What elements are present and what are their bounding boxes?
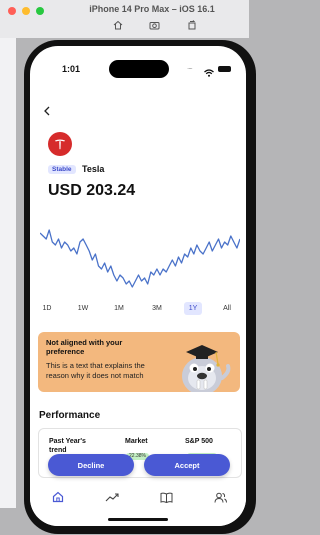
stock-name: Tesla: [82, 164, 105, 174]
dynamic-island: [109, 60, 169, 78]
wifi-icon: [204, 64, 214, 82]
walrus-graduate-icon: [168, 338, 236, 392]
tab-community[interactable]: [208, 490, 232, 504]
status-bar: 1:01 ....: [30, 46, 246, 82]
tab-trends[interactable]: [100, 490, 124, 504]
range-1d[interactable]: 1D: [38, 302, 56, 315]
close-window-button[interactable]: [8, 7, 16, 15]
book-icon: [160, 492, 172, 503]
simulator-toolbar: iPhone 14 Pro Max – iOS 16.1: [0, 0, 249, 38]
status-time: 1:01: [62, 64, 81, 74]
rotate-icon[interactable]: [187, 20, 197, 30]
tab-home[interactable]: [46, 490, 70, 504]
performance-title: Performance: [39, 410, 101, 421]
header-sp500: S&P 500: [185, 438, 213, 445]
tab-learn[interactable]: [154, 490, 178, 504]
tesla-logo-icon: [48, 132, 72, 156]
signal-icon: ....: [187, 62, 193, 71]
price-series-line: [40, 229, 240, 288]
simulator-title: iPhone 14 Pro Max – iOS 16.1: [89, 4, 215, 14]
app-screen: 1:01 .... Stable Tesla USD 203.24 1D 1W 1M…: [30, 46, 246, 526]
screenshot-icon[interactable]: [149, 20, 160, 30]
range-all[interactable]: All: [218, 302, 236, 315]
simulator-tools: [100, 20, 210, 30]
accept-button[interactable]: Accept: [144, 454, 230, 476]
price-chart[interactable]: [40, 226, 240, 291]
home-icon: [52, 491, 64, 503]
battery-icon: [218, 66, 231, 72]
minimize-window-button[interactable]: [22, 7, 30, 15]
home-icon[interactable]: [113, 20, 123, 30]
range-1y[interactable]: 1Y: [184, 302, 202, 315]
trend-icon: [105, 493, 119, 502]
decline-button[interactable]: Decline: [48, 454, 134, 476]
simulator-sidebar: [0, 38, 16, 508]
alignment-card: Not aligned with your preference This is…: [38, 332, 240, 392]
header-market: Market: [125, 438, 148, 445]
range-1w[interactable]: 1W: [74, 302, 92, 315]
range-3m[interactable]: 3M: [148, 302, 166, 315]
range-selector: 1D 1W 1M 3M 1Y All: [38, 302, 242, 316]
people-icon: [214, 492, 227, 503]
header-past-year: Past Year's trend: [49, 438, 86, 454]
status-badge: Stable: [48, 165, 76, 174]
chevron-left-icon[interactable]: [43, 103, 51, 121]
zoom-window-button[interactable]: [36, 7, 44, 15]
stock-price: USD 203.24: [48, 182, 136, 199]
alignment-body: This is a text that explains the reason …: [46, 361, 145, 380]
alignment-title: Not aligned with your preference: [46, 338, 123, 356]
range-1m[interactable]: 1M: [110, 302, 128, 315]
home-indicator: [108, 518, 168, 521]
